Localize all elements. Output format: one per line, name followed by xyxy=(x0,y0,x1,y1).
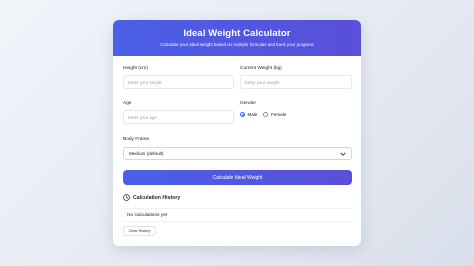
weight-input[interactable] xyxy=(240,75,352,89)
body-frame-label: Body Frame xyxy=(123,137,150,142)
weight-label: Current Weight (kg) xyxy=(240,66,282,71)
male-radio-dot[interactable] xyxy=(240,112,245,117)
body-frame-value: Medium (default) xyxy=(129,151,164,156)
history-list: No calculations yet xyxy=(123,208,352,222)
calculate-button[interactable]: Calculate Ideal Weight xyxy=(123,170,352,185)
gender-radio-group: Male Female xyxy=(240,112,292,117)
calculator-card: Ideal Weight Calculator Calculate your i… xyxy=(113,20,361,246)
height-label: Height (cm) xyxy=(123,66,148,71)
body-frame-select[interactable]: Medium (default) xyxy=(123,147,352,160)
age-label: Age xyxy=(123,101,132,106)
clock-icon xyxy=(123,194,130,201)
history-header: Calculation History xyxy=(123,194,180,201)
gender-female-radio[interactable]: Female xyxy=(263,112,286,117)
gender-label: Gender xyxy=(240,101,256,106)
female-radio-dot[interactable] xyxy=(263,112,269,117)
card-header: Ideal Weight Calculator Calculate your i… xyxy=(113,20,361,56)
height-input[interactable] xyxy=(123,75,234,89)
male-radio-label: Male xyxy=(247,112,258,117)
age-input[interactable] xyxy=(123,110,234,124)
chevron-down-icon xyxy=(340,151,346,156)
history-empty-text: No calculations yet xyxy=(127,212,168,218)
page-title: Ideal Weight Calculator xyxy=(183,28,291,39)
page-subtitle: Calculate your ideal weight based on mul… xyxy=(160,42,314,47)
clear-history-button[interactable]: Clear History xyxy=(123,226,156,236)
female-radio-label: Female xyxy=(270,112,287,117)
gender-male-radio[interactable]: Male xyxy=(240,112,257,117)
history-title: Calculation History xyxy=(133,194,181,201)
